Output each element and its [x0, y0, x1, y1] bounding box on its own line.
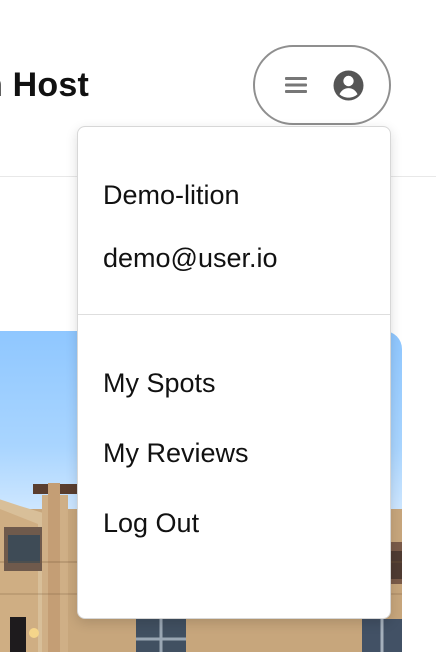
profile-menu-button[interactable]	[253, 45, 391, 125]
user-info-section: Demo-lition demo@user.io	[78, 127, 390, 315]
app-page: n Host	[0, 0, 436, 652]
my-spots-link[interactable]: My Spots	[103, 370, 216, 397]
hamburger-icon	[285, 77, 307, 93]
user-circle-icon	[333, 70, 364, 101]
user-email: demo@user.io	[103, 243, 278, 273]
profile-dropdown: Demo-lition demo@user.io My Spots My Rev…	[77, 126, 391, 619]
log-out-button[interactable]: Log Out	[103, 510, 199, 537]
host-link-text[interactable]: n Host	[0, 68, 89, 102]
my-reviews-link[interactable]: My Reviews	[103, 440, 249, 467]
user-name: Demo-lition	[103, 180, 240, 210]
